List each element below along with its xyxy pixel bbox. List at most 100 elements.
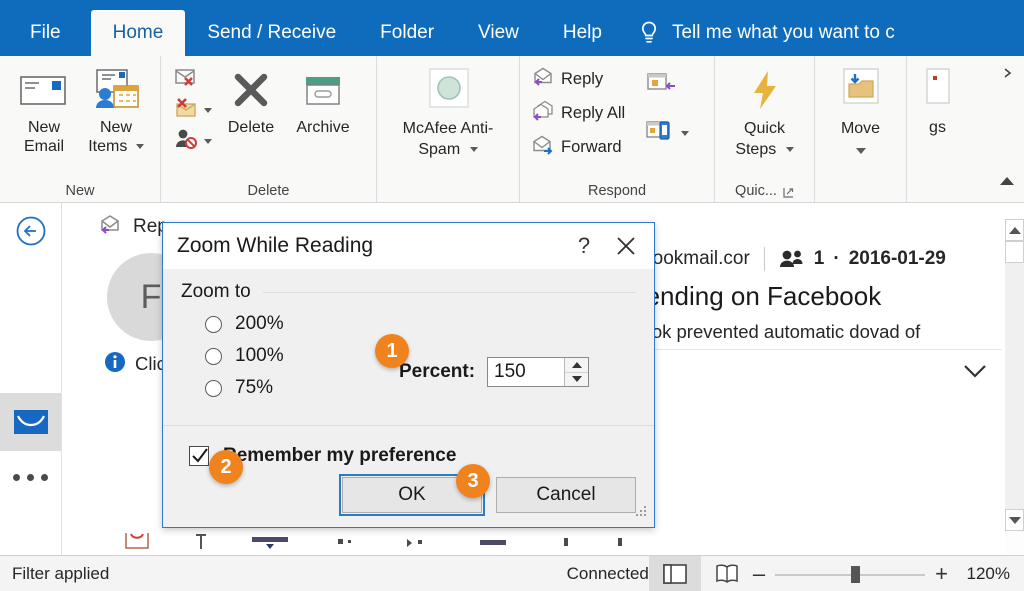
chevron-down-icon[interactable] <box>681 130 690 136</box>
help-question-icon[interactable]: ? <box>564 226 604 266</box>
reading-pane-view-button[interactable] <box>648 555 701 591</box>
dialog-launcher-icon[interactable] <box>783 186 794 198</box>
chevron-down-icon[interactable] <box>135 144 144 150</box>
radio-200-icon[interactable] <box>205 315 222 333</box>
reply-all-button[interactable]: Reply All <box>528 98 628 128</box>
zoom-to-label: Zoom to <box>181 281 251 302</box>
delete-button[interactable]: Delete <box>215 62 287 141</box>
scrollbar-thumb[interactable] <box>1005 241 1024 263</box>
indent-tool-icon[interactable] <box>404 533 436 555</box>
flag-icon[interactable] <box>124 533 152 555</box>
remember-preference-checkbox[interactable] <box>189 446 209 466</box>
ribbon: New Email New Items New Delete Archive D… <box>0 56 1024 203</box>
radio-75-icon[interactable] <box>205 379 222 397</box>
scroll-up-button[interactable] <box>1005 219 1024 241</box>
scroll-down-button[interactable] <box>1005 509 1024 531</box>
back-button[interactable] <box>0 203 61 259</box>
zoom-in-button[interactable]: + <box>935 562 948 585</box>
reading-pane-scrollbar[interactable] <box>1002 203 1024 555</box>
dialog-title-bar[interactable]: Zoom While Reading ? <box>163 223 654 269</box>
align-tool-icon[interactable] <box>478 533 518 555</box>
zoom-slider-track <box>775 573 926 576</box>
zoom-slider[interactable] <box>775 565 926 583</box>
ignore-button[interactable] <box>169 64 215 94</box>
meeting-button[interactable] <box>642 70 692 100</box>
tab-file[interactable]: File <box>0 10 91 56</box>
quick-steps-button[interactable]: Quick Steps <box>723 62 806 164</box>
tab-send-receive[interactable]: Send / Receive <box>185 10 358 56</box>
ellipsis-icon <box>27 473 34 481</box>
ribbon-group-tags: gs <box>906 56 968 202</box>
new-items-button[interactable]: New Items <box>80 62 152 160</box>
misc-tool-2-icon[interactable] <box>614 533 626 555</box>
tab-send-receive-label: Send / Receive <box>207 22 337 43</box>
sidebar-item-more[interactable] <box>0 451 61 503</box>
list-tool-icon[interactable] <box>336 533 362 555</box>
callout-badge-2: 2 <box>209 450 243 484</box>
radio-option-200[interactable]: 200% <box>205 313 636 335</box>
resize-grip-icon[interactable] <box>636 505 648 523</box>
new-items-icon <box>88 66 144 114</box>
reply-button[interactable]: Reply <box>528 64 628 94</box>
forward-button[interactable]: Forward <box>528 132 628 162</box>
more-respond-button[interactable] <box>642 118 692 148</box>
archive-button[interactable]: Archive <box>287 62 359 141</box>
ribbon-overflow-button[interactable] <box>996 58 1018 88</box>
navigation-rail <box>0 203 62 555</box>
chevron-down-icon[interactable] <box>469 147 478 153</box>
zoom-out-button[interactable]: – <box>753 562 765 585</box>
tab-help[interactable]: Help <box>541 10 624 56</box>
ribbon-tab-strip: File Home Send / Receive Folder View Hel… <box>0 0 1024 56</box>
tell-me-label: Tell me what you want to c <box>671 22 895 43</box>
more-respond-icon <box>645 119 677 148</box>
recipient-count: 1 <box>813 248 825 269</box>
tab-home[interactable]: Home <box>90 10 186 56</box>
rail-bottom-spacer <box>0 503 61 555</box>
chevron-down-icon[interactable] <box>204 107 212 113</box>
spinner-up-button[interactable] <box>565 358 589 372</box>
font-tool-icon[interactable] <box>250 533 294 555</box>
text-tool-icon[interactable] <box>194 533 208 555</box>
ribbon-collapse-button[interactable] <box>996 166 1018 196</box>
mcafee-label-2: Spam <box>418 141 461 158</box>
zoom-level-label[interactable]: 120% <box>958 564 1010 584</box>
percent-label: Percent: <box>399 361 476 382</box>
expand-header-button[interactable] <box>962 363 988 384</box>
block-sender-button[interactable] <box>169 126 215 156</box>
tab-view[interactable]: View <box>456 10 541 56</box>
meta-divider <box>763 247 765 271</box>
zoom-slider-thumb[interactable] <box>851 565 861 583</box>
move-button[interactable]: Move <box>823 62 898 164</box>
misc-tool-1-icon[interactable] <box>560 533 572 555</box>
delete-small-buttons <box>169 62 215 156</box>
chevron-down-icon[interactable] <box>204 138 212 144</box>
group-delete-text: Delete <box>247 183 290 199</box>
tab-home-label: Home <box>112 22 164 43</box>
junk-button[interactable] <box>169 95 215 125</box>
cancel-button[interactable]: Cancel <box>496 477 636 513</box>
mcafee-anti-spam-button[interactable]: McAfee Anti- Spam <box>385 62 511 164</box>
percent-input[interactable] <box>488 358 565 386</box>
chevron-down-icon[interactable] <box>855 148 866 154</box>
tags-label: gs <box>929 119 946 136</box>
tab-folder[interactable]: Folder <box>358 10 456 56</box>
dialog-separator <box>163 425 654 426</box>
quick-steps-icon <box>746 66 784 114</box>
new-email-icon <box>16 66 72 114</box>
sidebar-item-mail[interactable] <box>0 393 61 451</box>
ellipsis-icon <box>13 473 20 481</box>
new-email-button[interactable]: New Email <box>8 62 80 160</box>
respond-buttons: Reply Reply All Forward <box>528 62 628 162</box>
reply-icon <box>531 66 557 93</box>
scrollbar-gutter[interactable] <box>1005 263 1024 509</box>
spinner-down-button[interactable] <box>565 371 589 386</box>
tab-view-label: View <box>478 22 519 43</box>
chevron-down-icon[interactable] <box>785 147 794 153</box>
reading-mode-button[interactable] <box>701 556 753 591</box>
close-icon[interactable] <box>604 226 648 266</box>
tags-button[interactable]: gs <box>915 62 960 141</box>
tell-me-search[interactable]: Tell me what you want to c <box>638 10 895 56</box>
percent-spinner[interactable] <box>487 357 590 387</box>
radio-100-icon[interactable] <box>205 347 222 365</box>
new-email-label-2: Email <box>23 138 64 155</box>
